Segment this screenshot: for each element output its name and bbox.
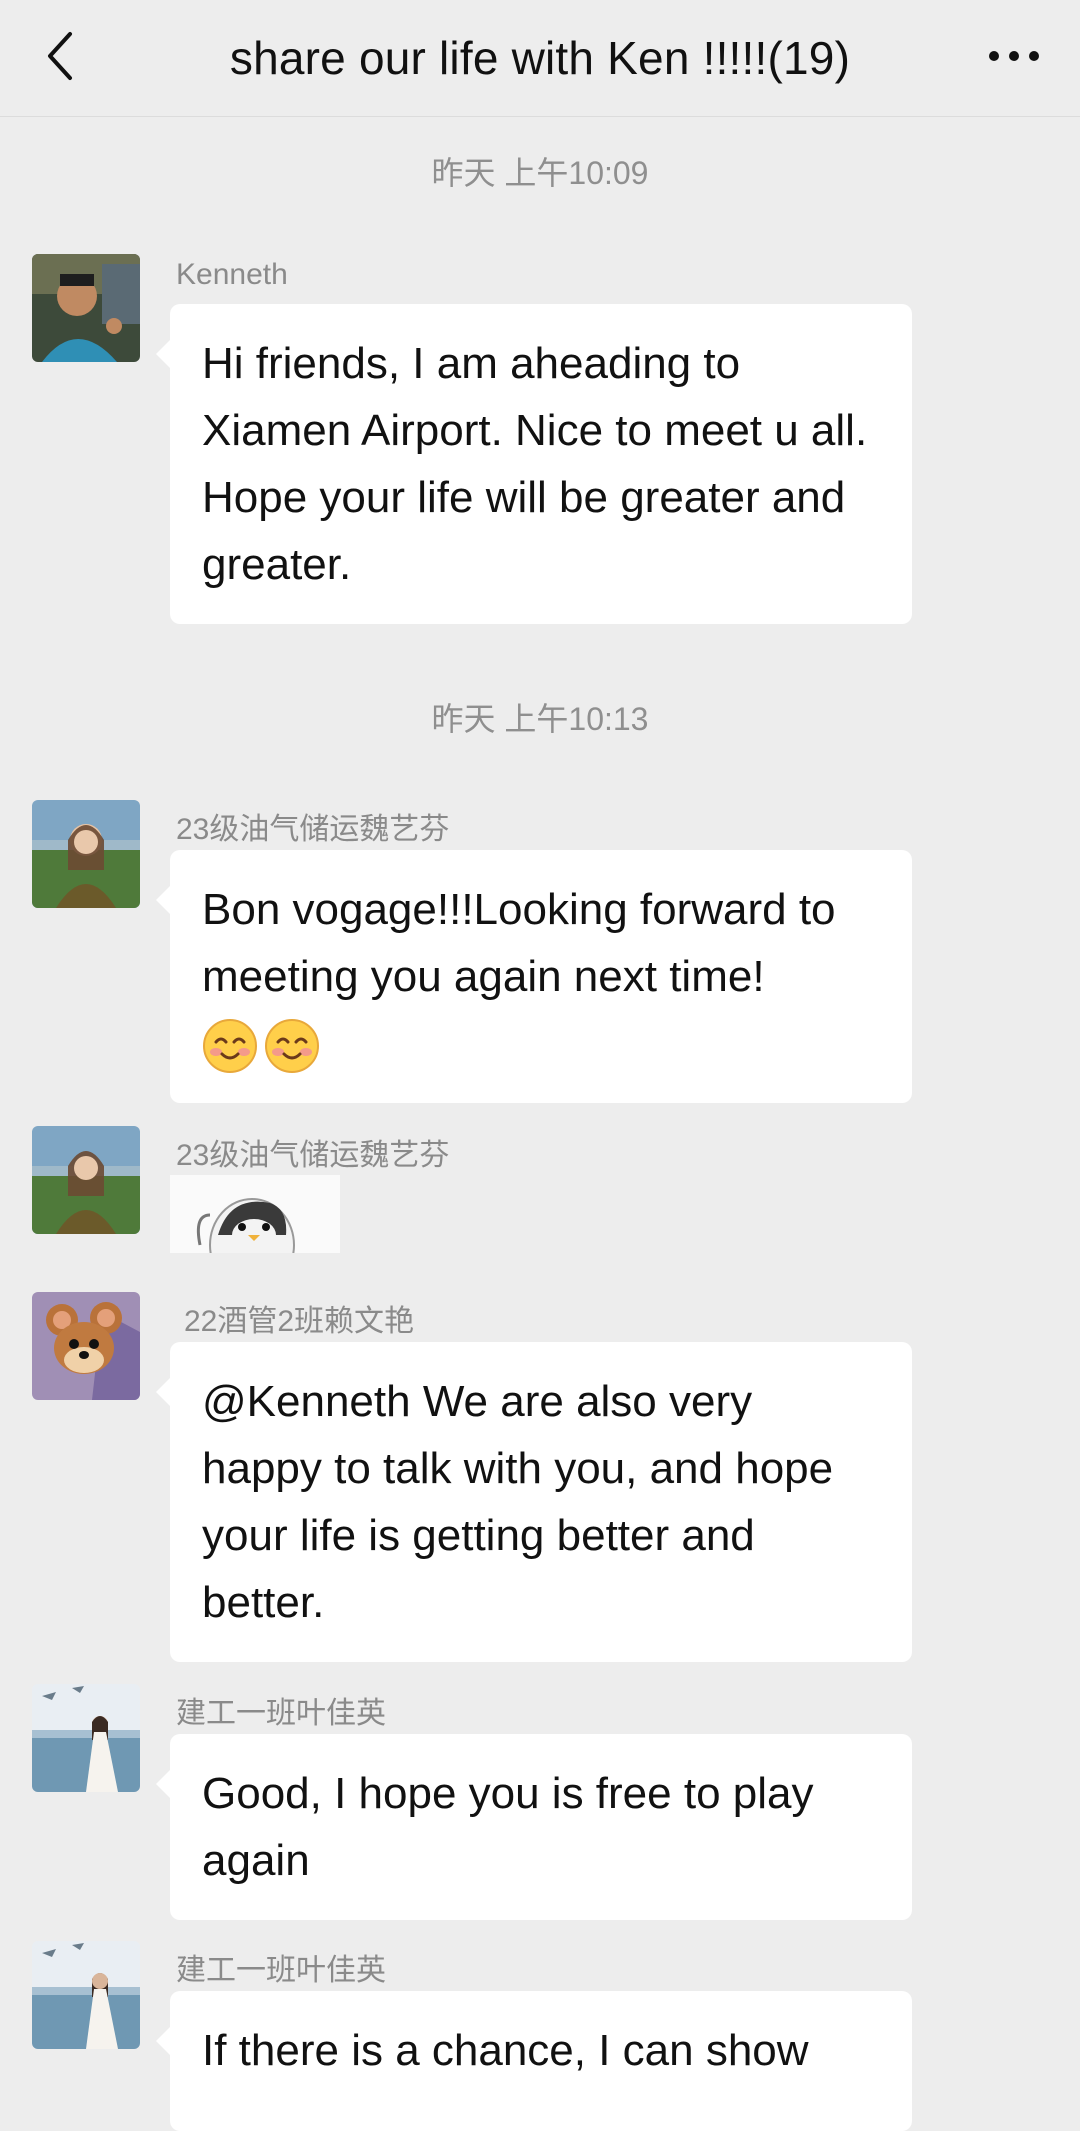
smiling-emoji-icon xyxy=(265,1019,319,1074)
message-bubble[interactable]: If there is a chance, I can show xyxy=(156,1991,912,2131)
smiling-emoji-icon xyxy=(203,1019,257,1074)
avatar[interactable] xyxy=(32,1292,140,1400)
chat-title: share our life with Ken !!!!!(19) xyxy=(229,32,851,84)
message-bubble[interactable]: Good, I hope you is free to play again xyxy=(156,1734,912,1920)
message-text: @Kenneth We are also very happy to talk … xyxy=(202,1377,834,1627)
sender-name: 23级油气储运魏艺芬 xyxy=(176,813,450,846)
message-bubble[interactable]: @Kenneth We are also very happy to talk … xyxy=(156,1342,912,1662)
more-dots-icon xyxy=(989,51,1039,61)
message-text: If there is a chance, I can show xyxy=(202,2026,809,2075)
avatar-photo-girl-sea xyxy=(32,1941,140,2049)
sender-name: 23级油气储运魏艺芬 xyxy=(176,1139,450,1172)
avatar[interactable] xyxy=(32,1684,140,1792)
sender-name: 建工一班叶佳英 xyxy=(176,1697,386,1730)
avatar[interactable] xyxy=(32,1126,140,1234)
avatar-cartoon-mouse xyxy=(32,1292,140,1400)
sticker-message[interactable] xyxy=(170,1175,340,1253)
sender-name: 22酒管2班赖文艳 xyxy=(184,1305,415,1338)
back-button[interactable] xyxy=(36,26,84,86)
sender-name: Kenneth xyxy=(176,258,288,291)
avatar-photo-girl-field xyxy=(32,1126,140,1234)
avatar[interactable] xyxy=(32,1941,140,2049)
avatar-photo-girl-sea xyxy=(32,1684,140,1792)
message-text: Hi friends, I am aheading to Xiamen Airp… xyxy=(202,339,868,589)
penguin-sticker-icon xyxy=(196,1198,295,1253)
chevron-left-icon xyxy=(48,32,72,80)
message-bubble[interactable]: Hi friends, I am aheading to Xiamen Airp… xyxy=(156,304,912,624)
avatar[interactable] xyxy=(32,800,140,908)
message-bubble[interactable]: Bon vogage!!!Looking forward to meeting … xyxy=(156,850,912,1103)
avatar-photo-kenneth xyxy=(32,254,140,362)
avatar-photo-girl-field xyxy=(32,800,140,908)
sender-name: 建工一班叶佳英 xyxy=(176,1954,386,1987)
message-text: Bon vogage!!!Looking forward to meeting … xyxy=(202,885,836,1001)
more-options-button[interactable] xyxy=(984,30,1044,82)
avatar[interactable] xyxy=(32,254,140,362)
timestamp: 昨天 上午10:13 xyxy=(431,701,649,737)
chat-header: share our life with Ken !!!!!(19) xyxy=(0,0,1080,117)
message-text: Good, I hope you is free to play again xyxy=(202,1769,814,1885)
timestamp: 昨天 上午10:09 xyxy=(431,155,649,191)
